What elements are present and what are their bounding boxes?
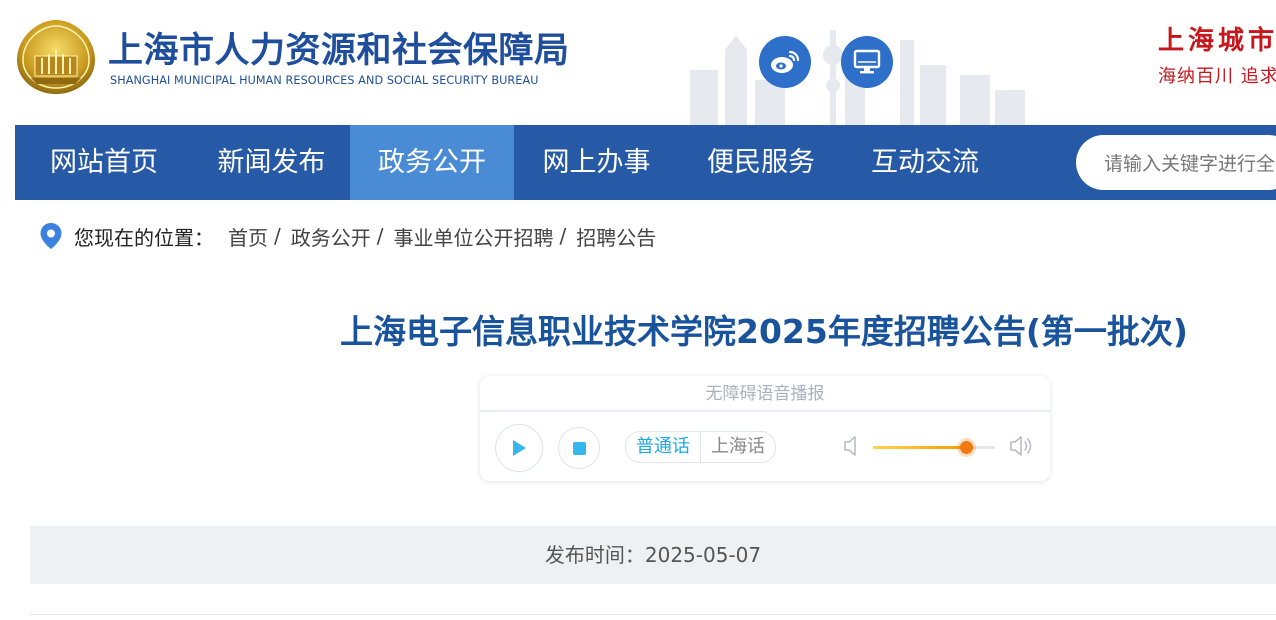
breadcrumb: 您现在的位置： 首页 / 政务公开 / 事业单位公开招聘 / 招聘公告 [38, 220, 656, 252]
volume-slider-fill [873, 446, 966, 449]
desktop-icon [853, 49, 881, 74]
stop-button[interactable] [558, 427, 600, 469]
article-title: 上海电子信息职业技术学院2025年度招聘公告(第一批次) [339, 312, 1188, 351]
site-header: 上海市人力资源和社会保障局 SHANGHAI MUNICIPAL HUMAN R… [0, 0, 1276, 125]
nav-item-home[interactable]: 网站首页 [15, 125, 193, 200]
publish-time: 发布时间：2025-05-07 [30, 526, 1276, 584]
volume-high-icon[interactable] [1008, 434, 1036, 458]
breadcrumb-separator: / [274, 224, 281, 248]
search-box [1076, 135, 1276, 190]
play-button[interactable] [495, 424, 543, 472]
volume-low-icon[interactable] [842, 434, 860, 458]
stop-icon [572, 441, 586, 455]
volume-slider-handle[interactable] [959, 441, 973, 454]
breadcrumb-separator: / [559, 224, 567, 248]
desktop-version-button[interactable] [841, 36, 893, 88]
search-input[interactable] [1076, 135, 1276, 190]
weibo-icon [771, 50, 800, 73]
breadcrumb-separator: / [376, 224, 384, 248]
breadcrumb-recruitment-notice[interactable]: 招聘公告 [576, 222, 656, 251]
location-pin-icon [40, 223, 62, 249]
nav-item-interaction[interactable]: 互动交流 [843, 125, 1007, 200]
lang-mandarin-option[interactable]: 普通话 [626, 432, 700, 462]
city-slogan-text: 海纳百川 追求 [1158, 66, 1276, 87]
breadcrumb-public-recruitment[interactable]: 事业单位公开招聘 [394, 222, 554, 251]
emblem-logo[interactable] [15, 18, 97, 96]
breadcrumb-home[interactable]: 首页 [228, 222, 268, 251]
site-title: 上海市人力资源和社会保障局 [108, 31, 570, 71]
play-icon [513, 440, 526, 456]
city-slogan-heading: 上海城市 [1158, 26, 1276, 56]
nav-item-government-affairs[interactable]: 政务公开 [350, 125, 514, 200]
language-toggle: 普通话 上海话 [625, 431, 776, 463]
nav-item-news[interactable]: 新闻发布 [193, 125, 350, 200]
breadcrumb-label: 您现在的位置： [74, 225, 214, 250]
site-subtitle: SHANGHAI MUNICIPAL HUMAN RESOURCES AND S… [110, 74, 539, 87]
audio-player-title: 无障碍语音播报 [480, 376, 1050, 412]
content-divider [30, 614, 1276, 615]
lang-shanghainese-option[interactable]: 上海话 [700, 432, 775, 462]
volume-slider[interactable] [873, 441, 995, 454]
weibo-button[interactable] [759, 36, 811, 88]
nav-item-online-services[interactable]: 网上办事 [514, 125, 679, 200]
breadcrumb-government-affairs[interactable]: 政务公开 [291, 222, 371, 251]
accessibility-audio-player: 无障碍语音播报 普通话 上海话 [480, 376, 1050, 481]
nav-item-public-services[interactable]: 便民服务 [679, 125, 843, 200]
